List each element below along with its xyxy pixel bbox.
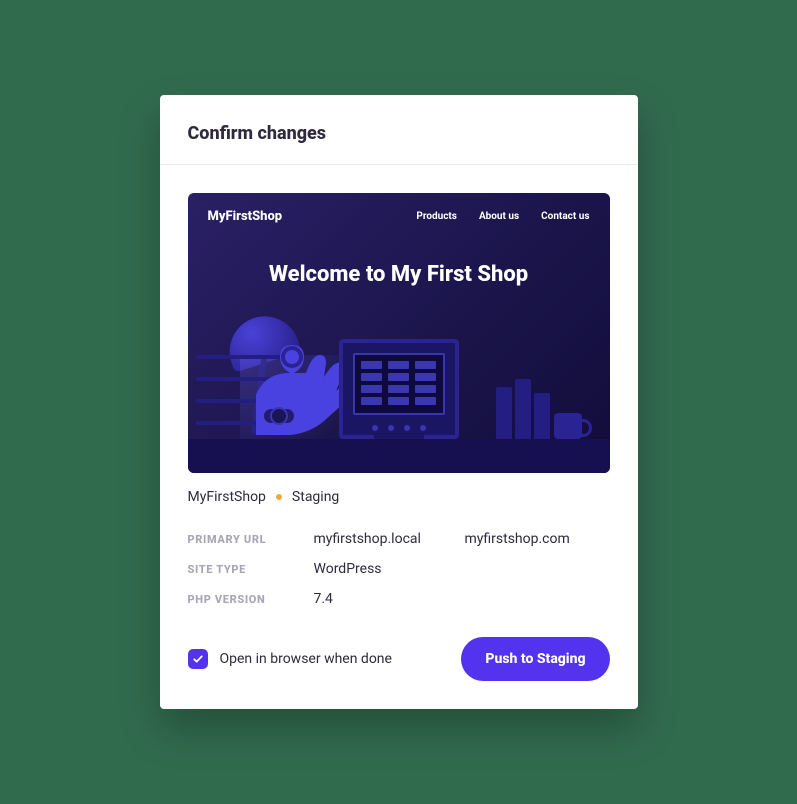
- dialog-header: Confirm changes: [160, 95, 638, 164]
- dialog-title: Confirm changes: [188, 123, 610, 144]
- preview-hero: Welcome to My First Shop: [188, 262, 610, 287]
- monitor-icon: [339, 339, 459, 439]
- mug-icon: [554, 413, 582, 439]
- open-in-browser-label: Open in browser when done: [220, 651, 392, 667]
- preview-logo: MyFirstShop: [208, 209, 283, 224]
- confirm-changes-dialog: Confirm changes MyFirstShop Products Abo…: [160, 95, 638, 709]
- site-type-value: WordPress: [314, 561, 610, 577]
- desk-icon: [188, 439, 610, 473]
- binders-icon: [496, 379, 550, 439]
- checkbox-checked-icon[interactable]: [188, 649, 208, 669]
- preview-nav-item: About us: [479, 211, 519, 222]
- site-name: MyFirstShop: [188, 489, 266, 505]
- preview-illustration: [188, 313, 610, 473]
- primary-url-local: myfirstshop.local: [314, 531, 459, 547]
- preview-nav: Products About us Contact us: [416, 211, 589, 222]
- preview-nav-item: Contact us: [541, 211, 589, 222]
- primary-url-label: PRIMARY URL: [188, 533, 308, 546]
- site-preview: MyFirstShop Products About us Contact us…: [188, 193, 610, 473]
- push-to-staging-button[interactable]: Push to Staging: [461, 637, 609, 681]
- site-meta: MyFirstShop Staging: [188, 489, 610, 505]
- primary-url-remote: myfirstshop.com: [465, 531, 610, 547]
- dialog-actions: Open in browser when done Push to Stagin…: [188, 637, 610, 681]
- preview-topbar: MyFirstShop Products About us Contact us: [188, 193, 610, 240]
- open-in-browser-option[interactable]: Open in browser when done: [188, 649, 392, 669]
- status-dot-icon: [276, 494, 282, 500]
- php-version-value: 7.4: [314, 591, 610, 607]
- dialog-body: MyFirstShop Products About us Contact us…: [160, 165, 638, 709]
- site-type-label: SITE TYPE: [188, 563, 308, 576]
- preview-nav-item: Products: [416, 211, 457, 222]
- php-version-label: PHP VERSION: [188, 593, 308, 606]
- environment-label: Staging: [292, 489, 339, 505]
- details-grid: PRIMARY URL myfirstshop.local myfirstsho…: [188, 531, 610, 607]
